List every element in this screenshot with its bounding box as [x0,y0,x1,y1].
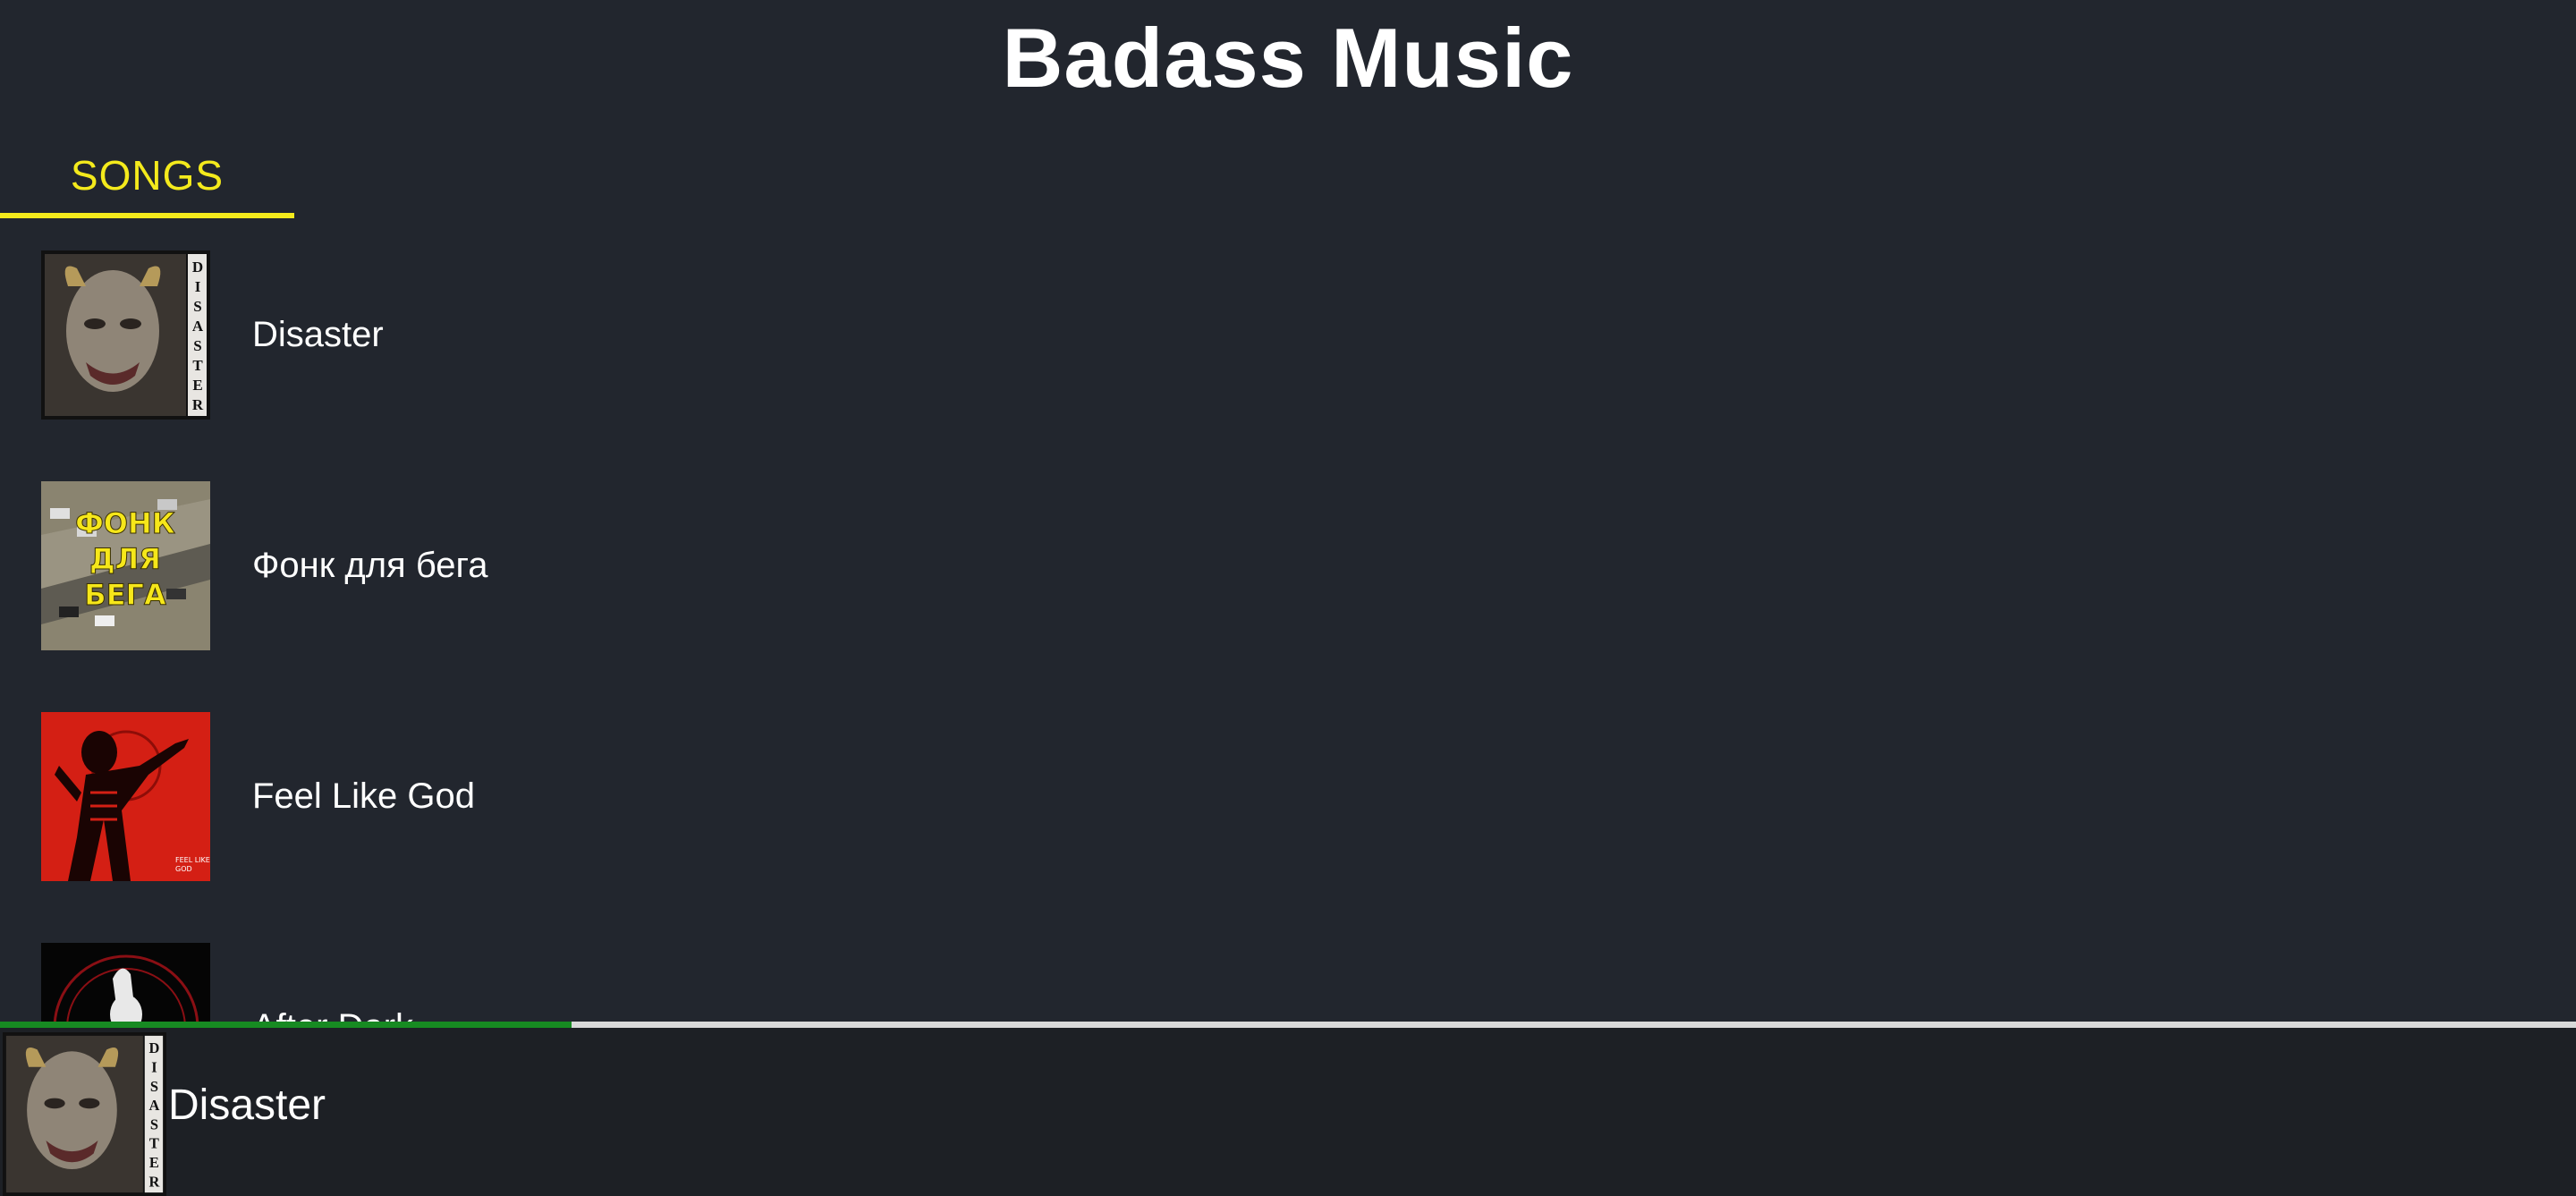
svg-text:S: S [150,1115,158,1132]
feel-like-god-cover-image: FEEL LIKE GOD [41,712,210,881]
svg-text:A: A [148,1097,159,1114]
now-playing-title: Disaster [168,1081,326,1129]
tab-songs-label: SONGS [70,152,225,199]
tab-songs[interactable]: SONGS [0,134,294,219]
svg-text:R: R [148,1173,160,1190]
song-item-feel-like-god[interactable]: FEEL LIKE GOD Feel Like God [0,681,2576,912]
song-item-after-dark[interactable]: After Dark [0,912,2576,1024]
after-dark-cover-image [41,943,210,1024]
tab-bar: SONGS [0,134,2576,219]
svg-text:S: S [193,337,201,354]
svg-text:БЕГА: БЕГА [84,578,166,612]
song-title: Фонк для бега [252,546,488,585]
svg-text:GOD: GOD [175,865,192,873]
song-title: Disaster [252,315,384,354]
svg-text:D: D [148,1039,159,1056]
song-title: Feel Like God [252,776,476,816]
progress-bar[interactable] [0,1022,2576,1028]
svg-text:ФОНК: ФОНК [75,506,175,540]
song-list: D I S A S T E R Disaster ФОНК ДЛЯ БЕГА Ф… [0,219,2576,1024]
svg-text:ДЛЯ: ДЛЯ [89,542,161,576]
svg-text:T: T [149,1135,159,1152]
tab-active-indicator [0,213,294,218]
svg-text:E: E [149,1154,159,1171]
song-item-disaster[interactable]: D I S A S T E R Disaster [0,219,2576,450]
svg-text:I: I [151,1059,157,1076]
app-title: Badass Music [1002,11,1574,105]
svg-text:T: T [192,357,203,374]
svg-text:S: S [193,298,201,315]
song-title: After Dark [252,1000,413,1024]
svg-text:E: E [192,377,202,394]
svg-text:R: R [192,396,204,413]
svg-text:A: A [192,318,204,335]
svg-text:FEEL LIKE: FEEL LIKE [175,856,210,864]
now-playing-cover-image: D I S A S T E R [3,1032,166,1196]
song-item-fonk[interactable]: ФОНК ДЛЯ БЕГА Фонк для бега [0,450,2576,681]
now-playing-bar[interactable]: D I S A S T E R Disaster [0,1022,2576,1196]
svg-text:D: D [192,259,203,276]
fonk-cover-image: ФОНК ДЛЯ БЕГА [41,481,210,650]
svg-text:S: S [150,1078,158,1095]
music-app: Badass Music SONGS D I S A S T E R Disas… [0,0,2576,1196]
progress-fill [0,1022,572,1028]
disaster-cover-image: D I S A S T E R [41,250,210,420]
svg-text:I: I [195,278,201,295]
